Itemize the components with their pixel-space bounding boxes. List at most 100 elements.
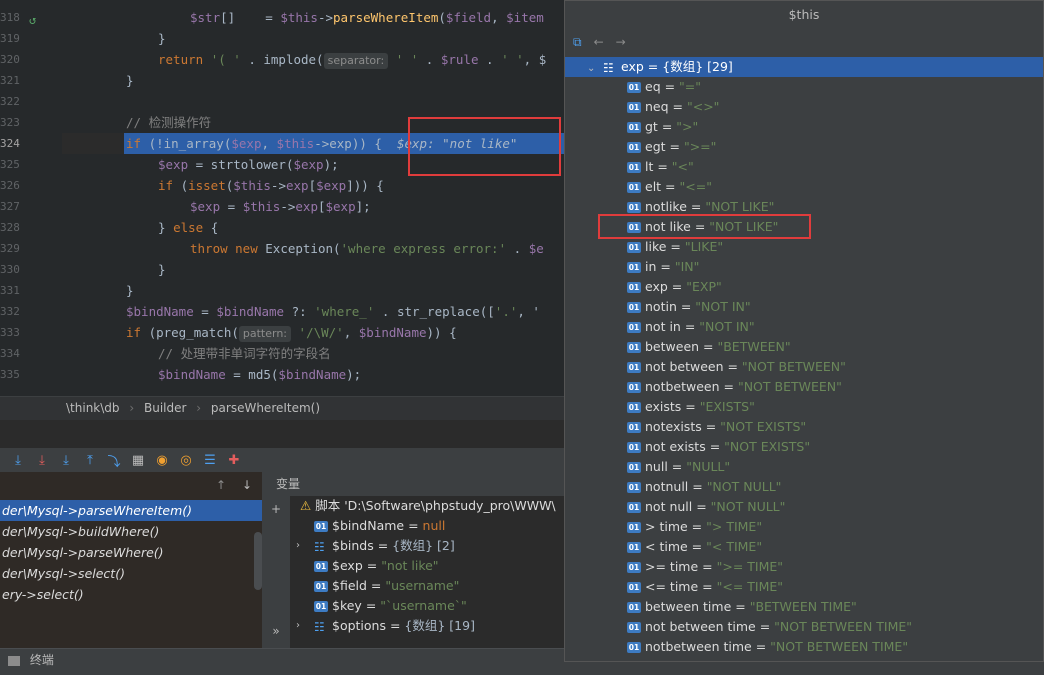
code-editor[interactable]: 318 $str[] = $this->parseWhereItem($field… xyxy=(0,0,564,396)
variable-row[interactable]: › ☷ $binds = {数组} [2] xyxy=(290,536,564,556)
primitive-icon: 01 xyxy=(627,542,641,553)
step-into-icon[interactable]: ⤓ xyxy=(32,450,52,470)
line-number: 324 xyxy=(0,137,20,150)
entry-key: exists xyxy=(645,399,682,414)
code-line[interactable]: 333 if (preg_match(pattern: '/\W/', $bind… xyxy=(0,322,564,343)
code-line[interactable]: 318 $str[] = $this->parseWhereItem($field… xyxy=(0,7,564,28)
code-line[interactable]: 331} xyxy=(0,280,564,301)
exp-entry[interactable]: 01 < time = "< TIME" xyxy=(565,537,1043,557)
evaluate-expression-icon[interactable]: ▦ xyxy=(128,450,148,470)
exp-entry[interactable]: 01 notlike = "NOT LIKE" xyxy=(565,197,1043,217)
code-line[interactable]: 322 xyxy=(0,91,564,112)
exp-entry[interactable]: 01 <= time = "<= TIME" xyxy=(565,577,1043,597)
equals-sign: = xyxy=(719,379,738,394)
code-line[interactable]: 323 // 检测操作符 xyxy=(0,112,564,133)
code-line[interactable]: 325 $exp = strtolower($exp); xyxy=(0,154,564,175)
code-line[interactable]: 334 // 处理带非单词字符的字段名 xyxy=(0,343,564,364)
step-over-icon[interactable]: ⤓ xyxy=(8,450,28,470)
exp-entry[interactable]: 01 notnull = "NOT NULL" xyxy=(565,477,1043,497)
list-icon[interactable]: ☰ xyxy=(200,450,220,470)
code-line[interactable]: 324 if (!in_array($exp, $this->exp)) { $e… xyxy=(0,133,564,154)
exp-entry[interactable]: 01 >= time = ">= TIME" xyxy=(565,557,1043,577)
code-line[interactable]: 335 $bindName = md5($bindName); xyxy=(0,364,564,385)
exp-entry[interactable]: 01 in = "IN" xyxy=(565,257,1043,277)
expand-more-icon[interactable]: » xyxy=(272,624,279,638)
exp-entry[interactable]: 01 like = "LIKE" xyxy=(565,237,1043,257)
code-line[interactable]: 330} xyxy=(0,259,564,280)
code-token: $this xyxy=(276,136,315,151)
chevron-right-icon[interactable]: › xyxy=(296,616,312,636)
stack-frame[interactable]: der\Mysql->parseWhere() xyxy=(0,542,262,563)
breakpoint-settings-icon[interactable]: ◉ xyxy=(152,450,172,470)
back-arrow-icon[interactable]: ← xyxy=(594,35,604,49)
primitive-icon: 01 xyxy=(314,561,328,572)
entry-value: "NOT BETWEEN" xyxy=(737,379,842,394)
arrow-down-icon[interactable]: ↓ xyxy=(242,478,252,492)
force-step-into-icon[interactable]: ⤓ xyxy=(56,450,76,470)
exp-entry[interactable]: 01 not like = "NOT LIKE" xyxy=(565,217,1043,237)
forward-arrow-icon[interactable]: → xyxy=(616,35,626,49)
exp-entry[interactable]: 01 egt = ">=" xyxy=(565,137,1043,157)
variable-row[interactable]: ⚠ 脚本 'D:\Software\phpstudy_pro\WWW\ xyxy=(290,496,564,516)
entry-value: "BETWEEN TIME" xyxy=(749,599,857,614)
exp-entry[interactable]: 01 between time = "BETWEEN TIME" xyxy=(565,597,1043,617)
exp-entry[interactable]: 01 exists = "EXISTS" xyxy=(565,397,1043,417)
exp-entry[interactable]: 01 not between = "NOT BETWEEN" xyxy=(565,357,1043,377)
exp-entry[interactable]: 01 between = "BETWEEN" xyxy=(565,337,1043,357)
exp-entry[interactable]: 01 notin = "NOT IN" xyxy=(565,297,1043,317)
code-line[interactable]: 328} else { xyxy=(0,217,564,238)
exp-entry[interactable]: 01 notexists = "NOT EXISTS" xyxy=(565,417,1043,437)
stack-frame[interactable]: der\Mysql->select() xyxy=(0,563,262,584)
code-line[interactable]: 319} xyxy=(0,28,564,49)
exp-entry[interactable]: 01 notbetween = "NOT BETWEEN" xyxy=(565,377,1043,397)
watch-icon[interactable]: ◎ xyxy=(176,450,196,470)
variable-row[interactable]: › ☷ $options = {数组} [19] xyxy=(290,616,564,636)
exp-entry[interactable]: 01 lt = "<" xyxy=(565,157,1043,177)
line-number: 334 xyxy=(0,347,20,360)
exp-entry[interactable]: 01 neq = "<>" xyxy=(565,97,1043,117)
variable-row[interactable]: 01 $bindName = null xyxy=(290,516,564,536)
code-token: parseWhereItem xyxy=(333,10,439,25)
breadcrumb-class[interactable]: Builder xyxy=(144,401,186,415)
breadcrumb-method[interactable]: parseWhereItem() xyxy=(211,401,320,415)
exp-entry[interactable]: 01 notbetween time = "NOT BETWEEN TIME" xyxy=(565,637,1043,657)
add-icon[interactable]: + xyxy=(271,502,281,516)
code-token: -> xyxy=(270,178,286,193)
variable-row[interactable]: 01 $key = "`username`" xyxy=(290,596,564,616)
code-line[interactable]: 321} xyxy=(0,70,564,91)
exp-entry[interactable]: 01 not between time = "NOT BETWEEN TIME" xyxy=(565,617,1043,637)
exp-entry[interactable]: 01 null = "NULL" xyxy=(565,457,1043,477)
variable-row[interactable]: 01 $field = "username" xyxy=(290,576,564,596)
chevron-down-icon[interactable]: ⌄ xyxy=(587,59,603,79)
breadcrumb-namespace[interactable]: \think\db xyxy=(66,401,120,415)
step-out-icon[interactable]: ⤒ xyxy=(80,450,100,470)
stack-frame[interactable]: ery->select() xyxy=(0,584,262,605)
entry-key: <= time xyxy=(645,579,699,594)
code-line[interactable]: 327 $exp = $this->exp[$exp]; xyxy=(0,196,564,217)
code-line[interactable]: 326 if (isset($this->exp[$exp])) { xyxy=(0,175,564,196)
code-line[interactable]: 332 $bindName = $bindName ?: 'where_' . s… xyxy=(0,301,564,322)
code-line[interactable]: 320 return '( ' . implode(separator: ' ' … xyxy=(0,49,564,70)
frames-scrollbar[interactable] xyxy=(254,532,262,590)
terminal-tab[interactable]: 终端 xyxy=(30,653,54,667)
exp-entry[interactable]: 01 exp = "EXP" xyxy=(565,277,1043,297)
variable-row[interactable]: 01 $exp = "not like" xyxy=(290,556,564,576)
exp-entry[interactable]: 01 not exists = "NOT EXISTS" xyxy=(565,437,1043,457)
navigate-icon[interactable]: ⧉ xyxy=(573,35,582,50)
stack-frame[interactable]: der\Mysql->parseWhereItem() xyxy=(0,500,262,521)
exp-entry[interactable]: 01 > time = "> TIME" xyxy=(565,517,1043,537)
stack-frame[interactable]: der\Mysql->buildWhere() xyxy=(0,521,262,542)
exp-entry[interactable]: 01 not null = "NOT NULL" xyxy=(565,497,1043,517)
exp-entry[interactable]: 01 not in = "NOT IN" xyxy=(565,317,1043,337)
run-to-cursor-icon[interactable]: ⤵ xyxy=(104,450,124,470)
arrow-up-icon[interactable]: ↑ xyxy=(216,478,226,492)
exp-array-node[interactable]: ⌄ ☷ exp = {数组} [29] xyxy=(565,57,1043,79)
code-line[interactable]: 329 throw new Exception('where express er… xyxy=(0,238,564,259)
add-watch-icon[interactable]: ✚ xyxy=(224,450,244,470)
entry-key: notexists xyxy=(645,419,702,434)
chevron-right-icon[interactable]: › xyxy=(296,536,312,556)
exp-entry[interactable]: 01 elt = "<=" xyxy=(565,177,1043,197)
exp-entry[interactable]: 01 gt = ">" xyxy=(565,117,1043,137)
exp-entry[interactable]: 01 eq = "=" xyxy=(565,77,1043,97)
code-token: $this xyxy=(280,10,318,25)
